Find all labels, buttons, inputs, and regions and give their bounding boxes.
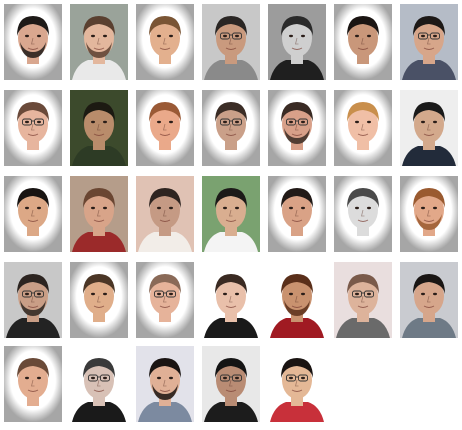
portrait-photo xyxy=(4,346,62,422)
portrait-image xyxy=(136,90,194,166)
portrait-image xyxy=(70,4,128,80)
portrait-image xyxy=(268,90,326,166)
portrait-photo xyxy=(334,262,392,338)
portrait-photo xyxy=(70,346,128,422)
portrait-image xyxy=(334,176,392,252)
portrait-image xyxy=(4,90,62,166)
portrait-photo xyxy=(268,346,326,422)
portrait-image xyxy=(400,4,458,80)
portrait-photo xyxy=(268,90,326,166)
portrait-image xyxy=(136,176,194,252)
portrait-photo xyxy=(400,262,458,338)
portrait-image xyxy=(400,176,458,252)
portrait-image xyxy=(202,176,260,252)
portrait-photo xyxy=(202,90,260,166)
portrait-photo xyxy=(70,4,128,80)
portrait-image xyxy=(334,90,392,166)
portrait-image xyxy=(70,262,128,338)
portrait-photo xyxy=(268,4,326,80)
portrait-photo xyxy=(4,4,62,80)
portrait-image xyxy=(202,262,260,338)
portrait-image xyxy=(268,176,326,252)
portrait-photo xyxy=(136,176,194,252)
portrait-image xyxy=(4,176,62,252)
portrait-image xyxy=(268,346,326,422)
portrait-photo xyxy=(4,176,62,252)
portrait-image xyxy=(268,4,326,80)
portrait-image xyxy=(136,346,194,422)
portrait-image xyxy=(202,90,260,166)
portrait-photo xyxy=(202,346,260,422)
portrait-photo xyxy=(334,176,392,252)
portrait-image xyxy=(202,4,260,80)
portrait-photo xyxy=(400,176,458,252)
portrait-image xyxy=(4,346,62,422)
portrait-photo xyxy=(70,262,128,338)
portrait-photo xyxy=(136,262,194,338)
portrait-image xyxy=(202,346,260,422)
portrait-image xyxy=(70,346,128,422)
portrait-photo xyxy=(202,176,260,252)
portrait-image xyxy=(136,262,194,338)
portrait-photo xyxy=(400,90,458,166)
portrait-photo xyxy=(4,262,62,338)
portrait-image xyxy=(70,90,128,166)
portrait-image xyxy=(334,262,392,338)
portrait-photo xyxy=(136,90,194,166)
portrait-photo xyxy=(268,176,326,252)
portrait-image xyxy=(400,90,458,166)
portrait-photo xyxy=(268,262,326,338)
portrait-image xyxy=(400,262,458,338)
portrait-photo xyxy=(202,262,260,338)
portrait-photo xyxy=(400,4,458,80)
portrait-image xyxy=(136,4,194,80)
portrait-photo xyxy=(70,176,128,252)
portrait-photo xyxy=(70,90,128,166)
portrait-photo xyxy=(334,4,392,80)
portrait-photo xyxy=(4,90,62,166)
portrait-image xyxy=(334,4,392,80)
portrait-grid xyxy=(0,0,462,430)
portrait-photo xyxy=(202,4,260,80)
portrait-image xyxy=(4,262,62,338)
portrait-image xyxy=(4,4,62,80)
portrait-image xyxy=(70,176,128,252)
portrait-photo xyxy=(136,346,194,422)
portrait-photo xyxy=(136,4,194,80)
portrait-image xyxy=(268,262,326,338)
portrait-photo xyxy=(334,90,392,166)
